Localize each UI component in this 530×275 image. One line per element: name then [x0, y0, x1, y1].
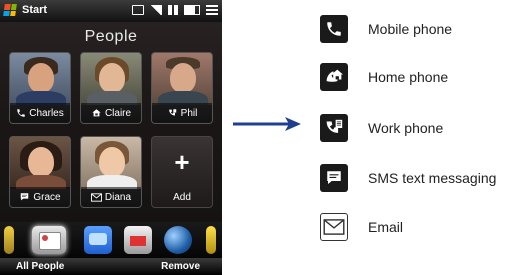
contact-photo — [81, 53, 141, 105]
windows-flag-icon — [3, 4, 17, 16]
legend-item-home-phone: Home phone — [320, 62, 448, 92]
start-button[interactable]: Start — [3, 4, 48, 16]
volume-icon[interactable] — [168, 5, 178, 15]
people-icon[interactable] — [32, 226, 66, 254]
legend-label: Home phone — [368, 69, 449, 85]
add-label: Add — [173, 191, 191, 203]
mobile-phone-icon — [17, 109, 26, 117]
contact-name: Diana — [104, 191, 132, 203]
tab-dock — [0, 222, 222, 258]
mail-icon[interactable] — [124, 226, 152, 254]
contact-name: Grace — [33, 191, 61, 203]
work-phone-icon — [168, 109, 176, 116]
contact-tile-charles[interactable]: Charles — [9, 52, 71, 124]
legend-label: Email — [368, 219, 404, 235]
sms-icon — [21, 193, 29, 201]
contact-photo — [10, 137, 70, 189]
legend-label: SMS text messaging — [368, 170, 497, 186]
softkey-right[interactable]: Remove — [161, 261, 200, 272]
legend-item-work-phone: Work phone — [320, 113, 443, 143]
softkey-bar: All People Remove — [0, 258, 222, 275]
music-icon[interactable] — [206, 226, 216, 254]
internet-icon[interactable] — [164, 226, 192, 254]
softkey-left[interactable]: All People — [16, 261, 64, 272]
sms-icon — [320, 164, 348, 192]
legend-label: Mobile phone — [368, 21, 453, 37]
contact-photo — [152, 53, 212, 105]
phone-icon[interactable] — [4, 226, 14, 254]
contact-name: Claire — [104, 107, 132, 119]
legend-label: Work phone — [368, 120, 444, 136]
arrow-right-icon — [233, 117, 301, 131]
contact-photo — [10, 53, 70, 105]
sync-icon[interactable] — [132, 5, 144, 15]
mobile-phone-icon — [320, 15, 348, 43]
contact-tile-diana[interactable]: Diana — [80, 136, 142, 208]
contact-tile-grace[interactable]: Grace — [9, 136, 71, 208]
messaging-icon[interactable] — [84, 226, 112, 254]
add-contact-button[interactable]: + Add — [151, 136, 213, 208]
status-bar: Start — [0, 0, 222, 22]
contact-name: Phil — [180, 107, 198, 119]
contact-photo — [81, 137, 141, 189]
phone-screen: Start People Charles Claire Phil Grace D… — [0, 0, 222, 275]
work-phone-icon — [320, 114, 348, 142]
menu-icon[interactable] — [206, 5, 218, 15]
home-phone-icon — [320, 63, 348, 91]
screen-title: People — [84, 28, 138, 45]
home-phone-icon — [92, 109, 101, 117]
legend-item-sms: SMS text messaging — [320, 163, 496, 193]
signal-icon[interactable] — [150, 5, 162, 15]
email-icon — [90, 192, 102, 202]
plus-icon: + — [174, 147, 190, 177]
contact-tile-claire[interactable]: Claire — [80, 52, 142, 124]
battery-icon[interactable] — [184, 5, 200, 15]
contact-tile-phil[interactable]: Phil — [151, 52, 213, 124]
email-icon — [320, 213, 348, 241]
start-label: Start — [22, 4, 48, 16]
legend-item-mobile-phone: Mobile phone — [320, 14, 452, 44]
contact-name: Charles — [29, 107, 64, 119]
legend-item-email: Email — [320, 212, 403, 242]
